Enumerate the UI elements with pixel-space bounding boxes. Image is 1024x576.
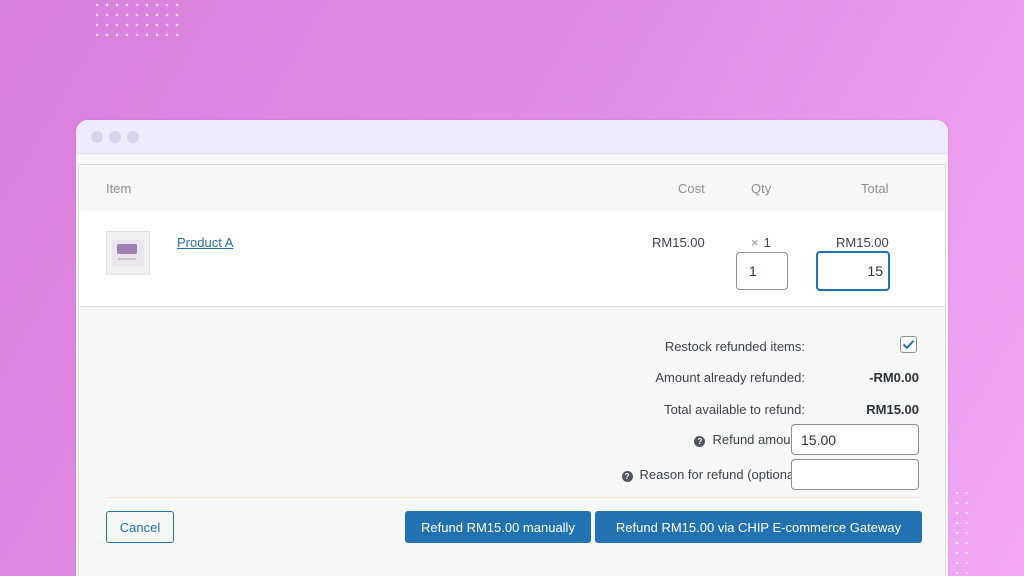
- product-link[interactable]: Product A: [177, 235, 233, 250]
- table-header: Item Cost Qty Total: [79, 165, 945, 211]
- reason-label: ? Reason for refund (optional):: [621, 467, 805, 482]
- available-row: Total available to refund: RM15.00: [79, 394, 945, 424]
- divider: [106, 497, 919, 498]
- already-refunded-value: -RM0.00: [869, 370, 919, 385]
- window-dot-maximize[interactable]: [127, 130, 139, 143]
- available-value: RM15.00: [866, 402, 919, 417]
- cancel-button[interactable]: Cancel: [106, 511, 174, 543]
- refund-amount-label: ? Refund amount:: [694, 432, 805, 447]
- header-qty: Qty: [751, 181, 772, 196]
- item-total: RM15.00: [836, 235, 889, 250]
- item-qty: × 1: [751, 235, 771, 250]
- checkmark-icon: [902, 340, 915, 350]
- woo-badge: [117, 244, 137, 254]
- refund-amount-row: ? Refund amount:: [79, 424, 945, 455]
- header-item: Item: [106, 181, 132, 196]
- thumb-line: [118, 258, 136, 260]
- help-icon[interactable]: ?: [694, 436, 706, 447]
- refund-gateway-button[interactable]: Refund RM15.00 via CHIP E-commerce Gatew…: [595, 511, 922, 543]
- refund-total-input[interactable]: [816, 251, 890, 291]
- window-titlebar: [76, 120, 948, 154]
- window-dot-minimize[interactable]: [109, 130, 121, 143]
- product-image-icon: [112, 240, 144, 266]
- item-qty-value: 1: [763, 235, 771, 250]
- header-cost: Cost: [678, 181, 705, 196]
- decorative-dots: [92, 0, 180, 44]
- available-label: Total available to refund:: [664, 402, 805, 417]
- help-icon[interactable]: ?: [621, 471, 633, 482]
- already-refunded-row: Amount already refunded: -RM0.00: [79, 362, 945, 392]
- restock-label: Restock refunded items:: [664, 339, 805, 354]
- app-window: Item Cost Qty Total Product A RM15.00 × 1…: [76, 120, 948, 576]
- reason-input[interactable]: [791, 459, 919, 490]
- restock-checkbox[interactable]: [900, 336, 917, 353]
- reason-row: ? Reason for refund (optional):: [79, 459, 945, 490]
- times-icon: ×: [751, 235, 759, 250]
- already-refunded-label: Amount already refunded:: [655, 370, 805, 385]
- reason-label-text: Reason for refund (optional):: [639, 467, 805, 482]
- window-dot-close[interactable]: [91, 130, 103, 143]
- product-thumbnail[interactable]: [106, 231, 150, 275]
- decorative-dots: [952, 488, 972, 576]
- restock-row: Restock refunded items:: [79, 331, 945, 361]
- refund-amount-input[interactable]: [791, 424, 919, 455]
- header-total: Total: [861, 181, 889, 196]
- refund-qty-input[interactable]: [736, 252, 788, 290]
- refund-manually-button[interactable]: Refund RM15.00 manually: [405, 511, 591, 543]
- refund-panel: Item Cost Qty Total Product A RM15.00 × 1…: [78, 164, 946, 576]
- item-cost: RM15.00: [652, 235, 705, 250]
